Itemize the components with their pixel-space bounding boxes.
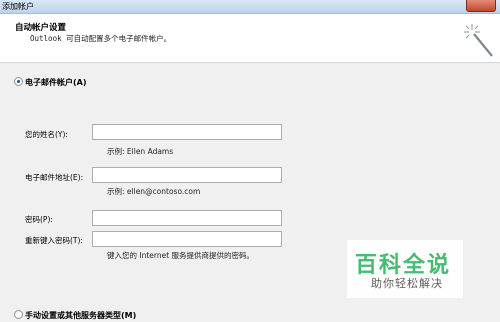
- header-subtitle: Outlook 可自动配置多个电子邮件帐户。: [30, 34, 172, 43]
- magic-wand-icon: [464, 24, 493, 57]
- header-panel: 自动帐户设置 Outlook 可自动配置多个电子邮件帐户。: [0, 14, 500, 63]
- email-account-label[interactable]: 电子邮件帐户(A): [25, 77, 87, 88]
- manual-setup-radio[interactable]: [14, 310, 23, 319]
- name-input[interactable]: [92, 124, 282, 140]
- name-hint: 示例: Ellen Adams: [107, 147, 174, 156]
- retype-password-label: 重新键入密码(T):: [25, 236, 83, 245]
- close-button[interactable]: [466, 0, 496, 12]
- email-label: 电子邮件地址(E):: [25, 173, 84, 182]
- password-hint: 键入您的 Internet 服务提供商提供的密码。: [107, 251, 255, 260]
- watermark-logo: 百科全说 助你轻松解决: [347, 240, 463, 298]
- password-label: 密码(P):: [25, 215, 53, 224]
- watermark-sub-text: 助你轻松解决: [371, 277, 443, 290]
- email-input[interactable]: [92, 167, 282, 183]
- email-hint: 示例: ellen@contoso.com: [107, 187, 201, 196]
- email-account-radio[interactable]: [14, 77, 23, 86]
- header-title: 自动帐户设置: [15, 23, 67, 33]
- retype-password-input[interactable]: [92, 231, 282, 247]
- title-bar: 添加帐户: [0, 0, 500, 14]
- manual-setup-label[interactable]: 手动设置或其他服务器类型(M): [25, 310, 136, 321]
- name-label: 您的姓名(Y):: [25, 130, 68, 139]
- window-title: 添加帐户: [2, 2, 34, 11]
- password-input[interactable]: [92, 210, 282, 226]
